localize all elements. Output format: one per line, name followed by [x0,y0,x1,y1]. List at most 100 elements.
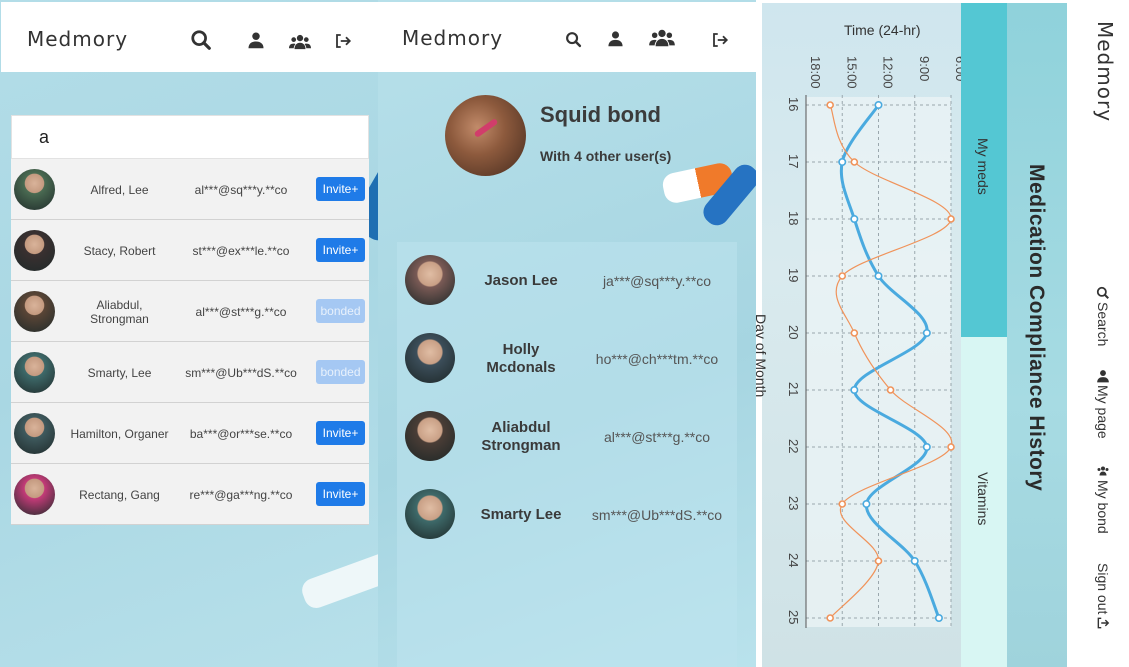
data-point[interactable] [874,271,883,280]
member-list: Jason Lee ja***@sq***y.**co Holly Mcdonals… [397,242,737,667]
result-row: Smarty, Lee sm***@Ub***dS.**co bonded [11,342,369,403]
invite-button[interactable]: Invite+ [316,482,365,506]
member-row[interactable]: Smarty Lee sm***@Ub***dS.**co [397,476,737,554]
member-row[interactable]: Aliabdul Strongman al***@st***g.**co [397,398,737,476]
data-point[interactable] [850,215,859,224]
data-point[interactable] [826,101,834,109]
member-email: ja***@sq***y.**co [602,273,712,289]
data-point[interactable] [838,272,847,280]
sign-out-icon[interactable] [334,32,352,50]
decor-capsule [298,538,378,612]
y-tick-label: 17 [786,154,801,168]
user-icon[interactable] [247,31,265,49]
app-logo[interactable]: Medmory [402,26,503,50]
member-name: Aliabdul Strongman [481,419,561,454]
side-nav-my-bond[interactable]: My bond [1095,464,1111,534]
users-icon [1095,464,1111,478]
x-tick-label: 18:00 [808,56,823,89]
result-name: Stacy, Robert [83,243,156,258]
app-logo[interactable]: Medmory [27,27,128,51]
y-tick-label: 20 [786,325,801,339]
result-email: re***@ga***ng.**co [189,487,293,502]
invite-button[interactable]: Invite+ [316,177,365,201]
x-tick-label: 12:00 [881,56,896,89]
bond-screen: Medmory Squid bond With 4 other user(s) … [378,0,756,667]
y-tick-label: 25 [786,610,801,624]
avatar [14,169,55,210]
app-logo[interactable]: Medmory [1093,21,1117,122]
side-nav-search[interactable]: Search [1095,286,1111,346]
side-nav-my-page[interactable]: My page [1095,369,1111,439]
bonded-button: bonded [316,360,365,384]
data-point[interactable] [874,557,883,565]
avatar [14,474,55,515]
data-point[interactable] [850,158,859,166]
invite-button[interactable]: Invite+ [316,238,365,262]
side-nav-label: Sign out [1095,563,1111,615]
search-field[interactable] [11,115,369,159]
result-row: Stacy, Robert st***@ex***le.**co Invite+ [11,220,369,281]
sign-out-icon[interactable] [711,31,729,49]
data-point[interactable] [910,556,919,565]
data-point[interactable] [838,158,847,167]
data-point[interactable] [826,614,834,622]
top-nav: Medmory [378,2,756,72]
sign-out-icon [1095,616,1111,630]
bonded-button: bonded [316,299,365,323]
result-email: sm***@Ub***dS.**co [185,365,297,380]
x-tick-label: 15:00 [844,56,859,89]
compliance-screen: Time (24-hr) Day of Month 18:00 15:00 12:0… [756,0,1129,667]
data-point[interactable] [934,613,943,622]
side-nav: Medmory Search My page My bond Sign out [1067,3,1129,667]
result-email: al***@st***g.**co [195,304,287,319]
data-point[interactable] [922,328,931,337]
avatar [405,255,455,305]
member-email: sm***@Ub***dS.**co [591,507,723,523]
user-icon[interactable] [607,30,624,47]
member-row[interactable]: Holly Mcdonals ho***@ch***tm.**co [397,320,737,398]
member-name: Smarty Lee [480,506,562,523]
avatar [14,230,55,271]
search-icon [1095,286,1111,300]
search-icon[interactable] [190,29,212,51]
result-name: Alfred, Lee [90,182,149,197]
x-tick-label: 9:00 [917,56,932,81]
side-nav-sign-out[interactable]: Sign out [1095,563,1111,630]
search-icon[interactable] [565,31,582,48]
data-point[interactable] [874,101,883,110]
data-point[interactable] [922,442,931,451]
search-screen: Medmory Alfred, Lee al***@sq***y.**co Invi… [0,0,378,667]
data-point[interactable] [850,329,859,337]
result-row: Hamilton, Organer ba***@or***se.**co Invit… [11,403,369,464]
result-email: al***@sq***y.**co [194,182,288,197]
avatar [405,489,455,539]
member-email: al***@st***g.**co [603,429,711,445]
data-point[interactable] [838,500,847,508]
meds-label: My meds [975,138,991,195]
side-nav-label: My page [1095,385,1111,439]
data-point[interactable] [947,443,955,451]
y-tick-label: 23 [786,496,801,510]
search-input[interactable] [12,116,368,158]
avatar [14,291,55,332]
result-row: Aliabdul, Strongman al***@st***g.**co bond… [11,281,369,342]
page-title: Medication Compliance History [1025,164,1048,492]
y-tick-label: 21 [786,382,801,396]
group-subtitle: With 4 other user(s) [540,148,672,164]
member-row[interactable]: Jason Lee ja***@sq***y.**co [397,242,737,320]
vitamins-label: Vitamins [975,472,991,526]
result-name: Hamilton, Organer [70,426,169,441]
data-point[interactable] [886,386,895,394]
member-name: Holly Mcdonals [486,341,556,376]
avatar [405,411,455,461]
users-icon[interactable] [289,31,311,53]
data-point[interactable] [862,499,871,508]
result-name: Aliabdul, Strongman [90,297,149,326]
invite-button[interactable]: Invite+ [316,421,365,445]
users-icon[interactable] [649,27,675,49]
result-row: Alfred, Lee al***@sq***y.**co Invite+ [11,159,369,220]
y-tick-label: 16 [786,97,801,111]
data-point[interactable] [947,215,955,223]
data-point[interactable] [850,385,859,394]
avatar [14,352,55,393]
